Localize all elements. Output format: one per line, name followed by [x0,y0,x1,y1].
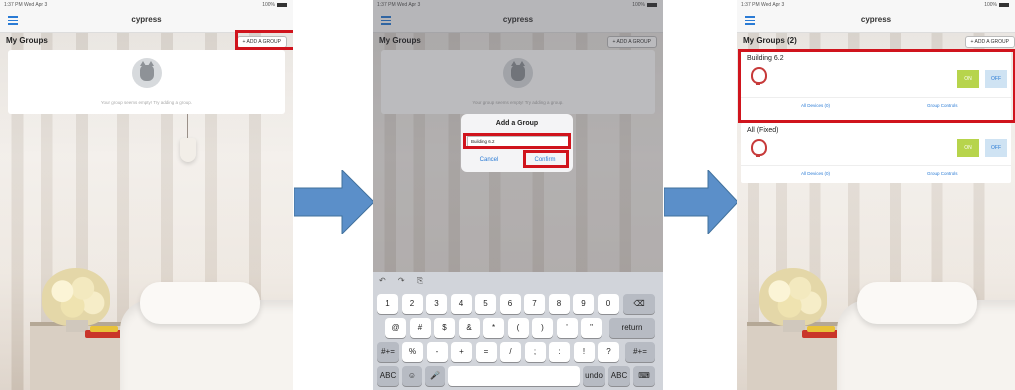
key-9[interactable]: 0 [597,294,619,314]
key-symbol[interactable]: $ [434,318,455,338]
status-bar: 1:37 PM Wed Apr 3 100% [737,0,1015,10]
key-symbol[interactable]: ( [507,318,529,338]
microphone-key[interactable]: 🎤 [425,366,445,386]
undo-key[interactable]: undo [583,366,605,386]
pillow [140,282,260,324]
battery-level: 100% [984,2,997,8]
key-symbol[interactable]: : [549,342,570,362]
group-name: Building 6.2 [747,55,784,62]
emoji-key[interactable]: ☺ [402,366,422,386]
keyboard-toolbar: ↶ ↷ ⎘ [379,276,429,285]
app-title: cypress [131,15,162,24]
key-symbol[interactable]: " [581,318,602,338]
hide-keyboard-key[interactable]: ⌨ [633,366,655,386]
group-name: All (Fixed) [747,127,779,134]
group-controls-link[interactable]: Group Controls [927,103,958,108]
flower-vase [759,268,827,326]
cat-placeholder-icon [131,58,162,88]
cancel-button[interactable]: Cancel [461,152,517,168]
shift-symbols-key[interactable]: #+= [625,342,655,362]
status-bar: 1:37 PM Wed Apr 3 100% [0,0,293,10]
pillow [857,282,977,324]
all-devices-link[interactable]: All Devices (0) [801,171,830,176]
key-symbol[interactable]: ; [524,342,546,362]
battery-level: 100% [262,2,275,8]
key-6[interactable]: 7 [524,294,545,314]
pendant-lamp [180,138,196,162]
key-symbol[interactable]: - [426,342,448,362]
key-0[interactable]: 1 [377,294,398,314]
key-symbol[interactable]: * [483,318,504,338]
nav-bar: cypress [0,10,293,33]
add-group-button[interactable]: + ADD A GROUP [964,36,1015,48]
app-title: cypress [860,15,892,24]
key-symbol[interactable]: % [402,342,423,362]
light-bulb-icon [751,67,767,85]
arrow-right-icon [294,170,374,234]
empty-groups-card: Your group seems empty! Try adding a gro… [8,50,285,114]
group-on-button[interactable]: ON [957,70,979,88]
key-symbol[interactable]: + [451,342,472,362]
battery-icon [999,2,1009,7]
group-off-button[interactable]: OFF [985,139,1007,157]
key-symbol[interactable]: ! [573,342,595,362]
add-group-dialog: Add a Group Cancel Confirm [461,114,573,172]
key-symbol[interactable]: & [458,318,480,338]
key-symbol[interactable]: # [409,318,431,338]
key-5[interactable]: 6 [499,294,521,314]
key-4[interactable]: 5 [475,294,496,314]
divider [741,97,1011,98]
shift-symbols-key[interactable]: #+= [377,342,399,362]
add-group-button[interactable]: + ADD A GROUP [236,36,287,48]
on-screen-keyboard: ↶ ↷ ⎘ 1 2 3 4 5 6 7 8 9 0 ⌫ @ # $ & *() ' " return #+=% - + = /… [373,272,663,390]
status-time: 1:37 PM Wed Apr 3 [4,2,48,8]
key-8[interactable]: 9 [573,294,594,314]
abc-key[interactable]: ABC [608,366,630,386]
return-key[interactable]: return [609,318,655,338]
screen-empty-groups: 1:37 PM Wed Apr 3 100% cypress My Groups… [0,0,293,390]
abc-key[interactable]: ABC [377,366,399,386]
dialog-title: Add a Group [495,120,539,127]
nav-bar: cypress [737,10,1015,33]
key-symbol[interactable]: ) [532,318,553,338]
group-name-input[interactable] [467,136,571,148]
group-off-button[interactable]: OFF [985,70,1007,88]
key-7[interactable]: 8 [548,294,570,314]
group-on-button[interactable]: ON [957,139,979,157]
status-time: 1:37 PM Wed Apr 3 [741,2,785,8]
groups-header: My Groups (2) + ADD A GROUP [737,33,1015,49]
group-controls-link[interactable]: Group Controls [927,171,958,176]
group-card[interactable]: All (Fixed) ON OFF All Devices (0) Group… [741,123,1011,183]
backspace-key[interactable]: ⌫ [623,294,655,314]
screen-add-group-dialog: 1:37 PM Wed Apr 3 100% cypress My Groups… [373,0,663,390]
key-symbol[interactable]: ' [556,318,578,338]
key-symbol[interactable]: / [500,342,521,362]
groups-header: My Groups + ADD A GROUP [0,33,293,49]
space-key[interactable] [448,366,580,386]
page-title: My Groups (2) [743,36,797,45]
all-devices-link[interactable]: All Devices (0) [801,103,830,108]
key-symbol[interactable]: @ [385,318,406,338]
light-bulb-icon [751,139,767,157]
flower-vase [42,268,110,326]
screen-groups-list: 1:37 PM Wed Apr 3 100% cypress My Groups… [737,0,1015,390]
key-symbol[interactable]: = [475,342,497,362]
battery-icon [277,2,287,7]
key-2[interactable]: 3 [426,294,447,314]
empty-message: Your group seems empty! Try adding a gro… [100,100,193,105]
page-title: My Groups [6,36,48,45]
group-card[interactable]: Building 6.2 ON OFF All Devices (0) Grou… [741,51,1011,121]
key-symbol[interactable]: ? [598,342,619,362]
confirm-button[interactable]: Confirm [517,152,573,168]
key-1[interactable]: 2 [401,294,423,314]
divider [741,165,1011,166]
arrow-right-icon [664,170,738,234]
key-3[interactable]: 4 [450,294,472,314]
